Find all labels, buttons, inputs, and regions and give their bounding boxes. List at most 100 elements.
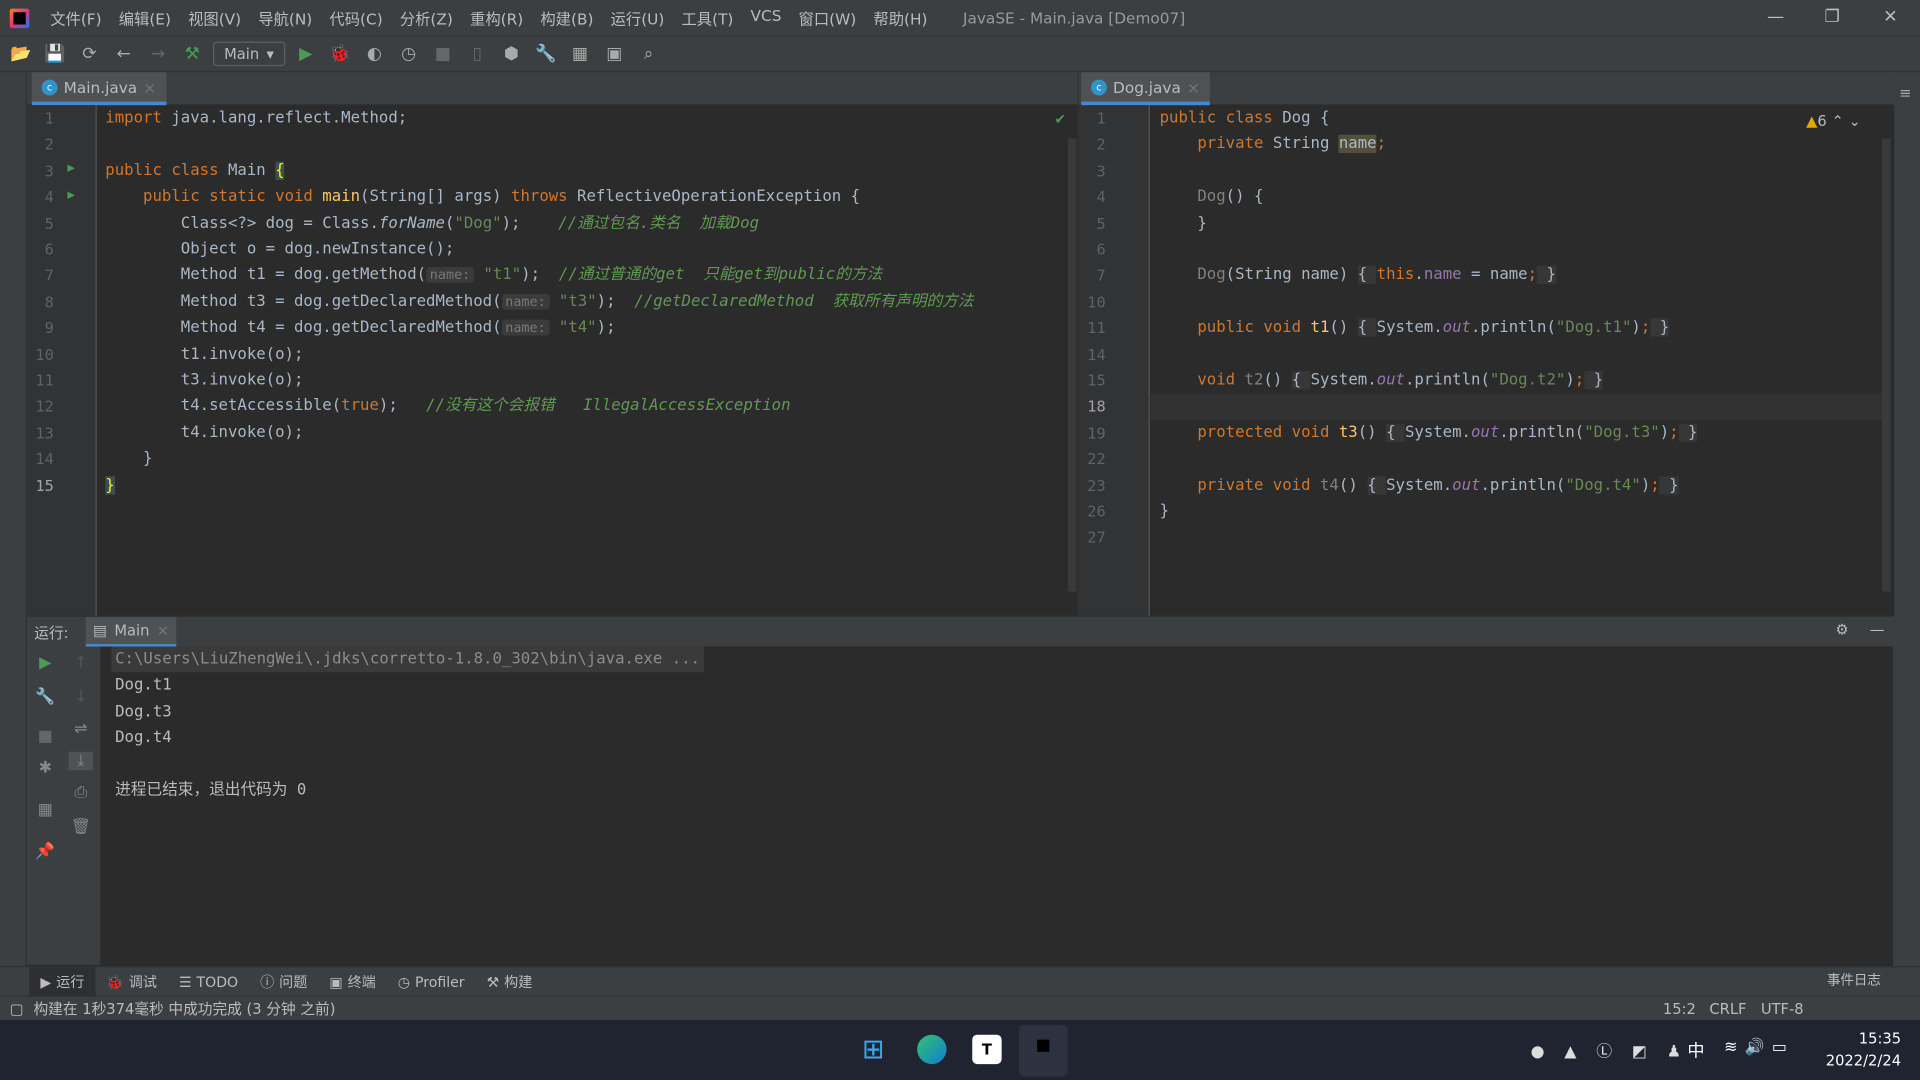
hide-icon[interactable]: — — [1870, 621, 1885, 638]
down-icon[interactable]: ↓ — [69, 688, 93, 706]
menu-item[interactable]: 工具(T) — [673, 6, 742, 29]
tab-main-java[interactable]: c Main.java × — [31, 72, 166, 106]
tool-tab[interactable]: ▣ 终端 — [318, 972, 386, 992]
event-log[interactable]: 事件日志 — [1827, 970, 1881, 990]
menu-item[interactable]: 代码(C) — [321, 6, 391, 29]
sync-icon[interactable]: ⟳ — [76, 44, 103, 64]
trash-icon[interactable]: 🗑 — [69, 818, 93, 836]
tray-icons[interactable]: ● ▲ Ⓛ ◩ ♟ — [1531, 1038, 1689, 1061]
layout-icon[interactable]: ▦ — [33, 801, 57, 819]
rerun-icon[interactable]: ▶ — [33, 654, 57, 672]
layout-toggle-icon[interactable]: ▢ — [10, 1000, 24, 1017]
save-icon[interactable]: 💾 — [42, 44, 69, 64]
tool-tab[interactable]: ▶ 运行 — [29, 967, 96, 996]
chevron-down-icon[interactable]: ⌄ — [1848, 113, 1860, 130]
tab-run-main[interactable]: ▤ Main × — [85, 616, 177, 648]
status-message[interactable]: 构建在 1秒374毫秒 中成功完成 (3 分钟 之前) — [33, 998, 335, 1019]
pin-icon[interactable]: 📌 — [33, 842, 57, 860]
menu-item[interactable]: 导航(N) — [250, 6, 321, 29]
warnings-indicator[interactable]: ▲6 ⌃ ⌄ — [1806, 113, 1861, 130]
scrollbar[interactable] — [1067, 138, 1077, 592]
clock-date[interactable]: 2022/2/24 — [1826, 1052, 1901, 1069]
stop-icon[interactable]: ■ — [429, 44, 456, 64]
minimize-button[interactable]: — — [1767, 7, 1784, 27]
profile-icon[interactable]: ◷ — [395, 44, 422, 64]
file-encoding[interactable]: UTF-8 — [1761, 1000, 1804, 1017]
settings-wrench-icon[interactable]: 🔧 — [532, 44, 559, 64]
close-tab-icon[interactable]: × — [1187, 78, 1200, 96]
run-gutter-icon[interactable]: ▶ — [67, 162, 74, 175]
ime-indicator[interactable]: 中 — [1687, 1038, 1704, 1062]
debug-off-icon[interactable]: ✱ — [33, 759, 57, 777]
tool-tab[interactable]: ⚒ 构建 — [476, 972, 544, 992]
code-line: t4.invoke(o); — [105, 420, 304, 446]
network-volume-battery-icons[interactable]: ≋🔊▭ — [1724, 1038, 1794, 1056]
restore-button[interactable]: ❐ — [1824, 7, 1839, 27]
tool-tab[interactable]: ☰ TODO — [168, 973, 249, 990]
console-output[interactable]: C:\Users\LiuZhengWei\.jdks\corretto-1.8.… — [100, 646, 1894, 965]
sdk-icon[interactable]: ⬢ — [498, 44, 525, 64]
intellij-taskbar-button[interactable] — [1018, 1024, 1068, 1077]
tab-dog-java[interactable]: c Dog.java × — [1081, 72, 1210, 106]
close-tab-icon[interactable]: × — [143, 78, 156, 96]
menu-item[interactable]: 编辑(E) — [110, 6, 179, 29]
code-token: Dog { — [1282, 108, 1330, 128]
code-editor[interactable]: ✔ ▶ ▶ 1 2 3 4 5 6 7 8 9 10 11 12 13 14 15 import java.l… — [26, 105, 1078, 616]
search-icon[interactable]: ⌕ — [635, 44, 662, 64]
forward-icon[interactable]: → — [144, 44, 171, 64]
device-icon[interactable]: ▯ — [464, 44, 491, 64]
close-tab-icon[interactable]: × — [157, 621, 169, 638]
coverage-icon[interactable]: ◐ — [361, 44, 388, 64]
back-icon[interactable]: ← — [110, 44, 137, 64]
up-icon[interactable]: ↑ — [69, 654, 93, 672]
start-icon[interactable]: ⊞ — [862, 1035, 885, 1066]
menu-item[interactable]: VCS — [742, 6, 790, 29]
caret-position[interactable]: 15:2 — [1663, 1000, 1696, 1017]
menu-item[interactable]: 视图(V) — [180, 6, 250, 29]
line-separator[interactable]: CRLF — [1709, 1000, 1746, 1017]
code-editor[interactable]: ▲6 ⌃ ⌄ 1 2 3 4 5 6 7 10 11 14 15 18 19 22 23 26 27 public… — [1078, 105, 1895, 616]
code-token: System. — [1386, 475, 1453, 495]
open-folder-icon[interactable]: 📂 — [7, 44, 34, 64]
soft-wrap-icon[interactable]: ⇌ — [69, 720, 93, 738]
stop-icon[interactable]: ■ — [33, 727, 57, 745]
gear-icon[interactable]: ⚙ — [1836, 621, 1849, 638]
console-line: 进程已结束，退出代码为 0 — [115, 781, 307, 800]
code-token: public void — [1197, 318, 1311, 337]
database-icon[interactable]: ≡ — [1899, 84, 1911, 101]
tool-tab[interactable]: 🐞 调试 — [95, 972, 168, 992]
menu-item[interactable]: 文件(F) — [42, 6, 111, 29]
wrench-icon[interactable]: 🔧 — [33, 688, 57, 706]
menu-item[interactable]: 分析(Z) — [391, 6, 461, 29]
print-icon[interactable]: ⎙ — [69, 784, 93, 802]
typora-icon[interactable]: T — [972, 1034, 1002, 1065]
chevron-up-icon[interactable]: ⌃ — [1831, 113, 1843, 130]
menu-item[interactable]: 运行(U) — [602, 6, 673, 29]
tool-tab[interactable]: ◷ Profiler — [387, 973, 476, 990]
code-line: } — [1159, 210, 1207, 236]
check-icon: ✔ — [1055, 110, 1065, 129]
line-number: 6 — [44, 240, 54, 259]
scrollbar[interactable] — [1882, 138, 1891, 592]
menu-item[interactable]: 帮助(H) — [865, 6, 936, 29]
code-token: t1.invoke(o); — [105, 344, 304, 364]
edge-icon[interactable] — [917, 1034, 947, 1065]
menu-item[interactable]: 重构(R) — [461, 6, 531, 29]
run-icon[interactable]: ▶ — [292, 44, 319, 64]
run-config-select[interactable]: Main ▾ — [213, 41, 285, 67]
terminal-icon[interactable]: ▣ — [601, 44, 628, 64]
project-structure-icon[interactable]: ▦ — [567, 44, 594, 64]
build-hammer-icon[interactable]: ⚒ — [179, 44, 206, 64]
close-window-button[interactable]: ✕ — [1883, 7, 1897, 27]
run-gutter-icon[interactable]: ▶ — [67, 189, 74, 202]
line-number: 10 — [1087, 292, 1106, 311]
line-number: 18 — [1087, 397, 1106, 416]
code-line: Method t4 = dog.getDeclaredMethod(name: … — [105, 315, 616, 341]
menu-item[interactable]: 窗口(W) — [790, 6, 865, 29]
debug-icon[interactable]: 🐞 — [327, 44, 354, 64]
tool-tab[interactable]: ⓘ 问题 — [249, 972, 318, 992]
clock-time[interactable]: 15:35 — [1859, 1030, 1901, 1047]
code-token: } — [1159, 213, 1207, 233]
scroll-to-end-icon[interactable]: ⤓ — [68, 751, 94, 771]
menu-item[interactable]: 构建(B) — [532, 6, 602, 29]
